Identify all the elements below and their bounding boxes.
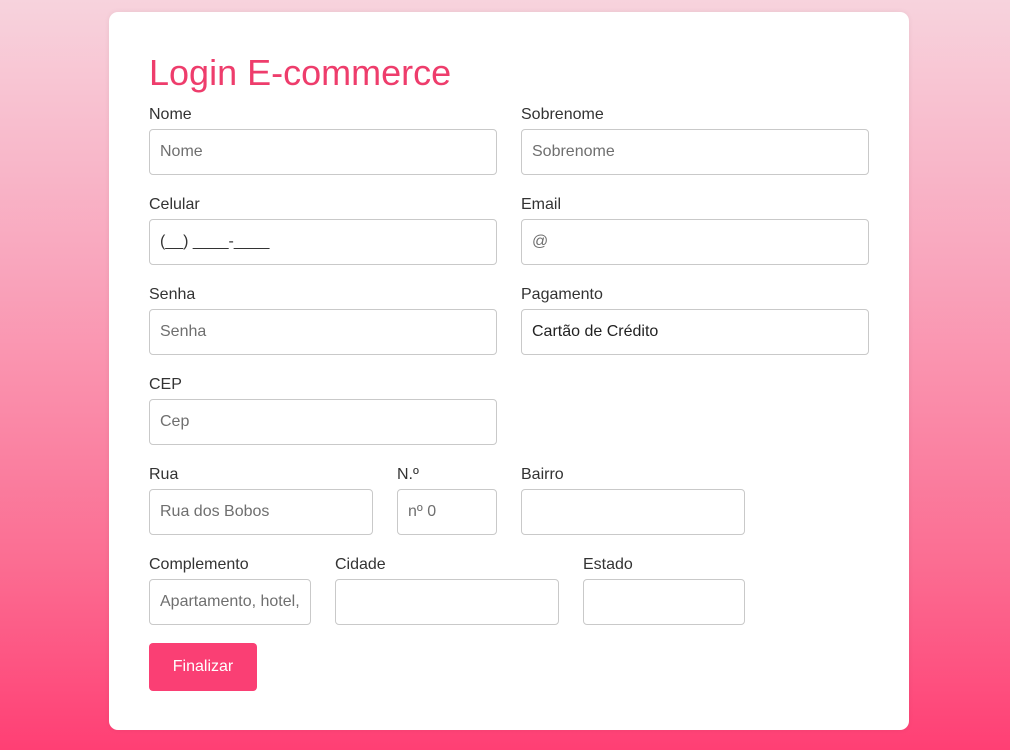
rua-label: Rua bbox=[149, 466, 179, 483]
numero-input[interactable] bbox=[397, 489, 497, 535]
field-senha: Senha bbox=[149, 286, 497, 355]
field-rua: Rua bbox=[149, 466, 373, 535]
numero-label: N.º bbox=[397, 466, 419, 483]
complemento-label: Complemento bbox=[149, 556, 249, 573]
field-email: Email bbox=[521, 196, 869, 265]
field-cidade: Cidade bbox=[335, 556, 559, 625]
estado-label: Estado bbox=[583, 556, 633, 573]
senha-input[interactable] bbox=[149, 309, 497, 355]
pagamento-label: Pagamento bbox=[521, 286, 603, 303]
bairro-input[interactable] bbox=[521, 489, 745, 535]
cidade-input[interactable] bbox=[335, 579, 559, 625]
form-card: Login E-commerce Nome Sobrenome Celular … bbox=[109, 12, 909, 730]
field-celular: Celular bbox=[149, 196, 497, 265]
field-nome: Nome bbox=[149, 106, 497, 175]
email-input[interactable] bbox=[521, 219, 869, 265]
field-complemento: Complemento bbox=[149, 556, 311, 625]
field-bairro: Bairro bbox=[521, 466, 745, 535]
field-estado: Estado bbox=[583, 556, 745, 625]
pagamento-selected-value: Cartão de Crédito bbox=[532, 323, 659, 340]
sobrenome-label: Sobrenome bbox=[521, 106, 604, 123]
estado-input[interactable] bbox=[583, 579, 745, 625]
page-title: Login E-commerce bbox=[149, 52, 452, 93]
email-label: Email bbox=[521, 196, 562, 213]
rua-input[interactable] bbox=[149, 489, 373, 535]
field-numero: N.º bbox=[397, 466, 497, 535]
cep-label: CEP bbox=[149, 376, 182, 393]
celular-input[interactable] bbox=[149, 219, 497, 265]
cidade-label: Cidade bbox=[335, 556, 386, 573]
bairro-label: Bairro bbox=[521, 466, 564, 483]
nome-label: Nome bbox=[149, 106, 192, 123]
finalizar-button[interactable]: Finalizar bbox=[149, 643, 257, 691]
sobrenome-input[interactable] bbox=[521, 129, 869, 175]
nome-input[interactable] bbox=[149, 129, 497, 175]
cep-input[interactable] bbox=[149, 399, 497, 445]
complemento-input[interactable] bbox=[149, 579, 311, 625]
celular-label: Celular bbox=[149, 196, 200, 213]
field-sobrenome: Sobrenome bbox=[521, 106, 869, 175]
field-pagamento: Pagamento Cartão de Crédito bbox=[521, 286, 869, 355]
pagamento-select[interactable]: Cartão de Crédito bbox=[521, 309, 869, 355]
senha-label: Senha bbox=[149, 286, 196, 303]
field-cep: CEP bbox=[149, 376, 497, 445]
